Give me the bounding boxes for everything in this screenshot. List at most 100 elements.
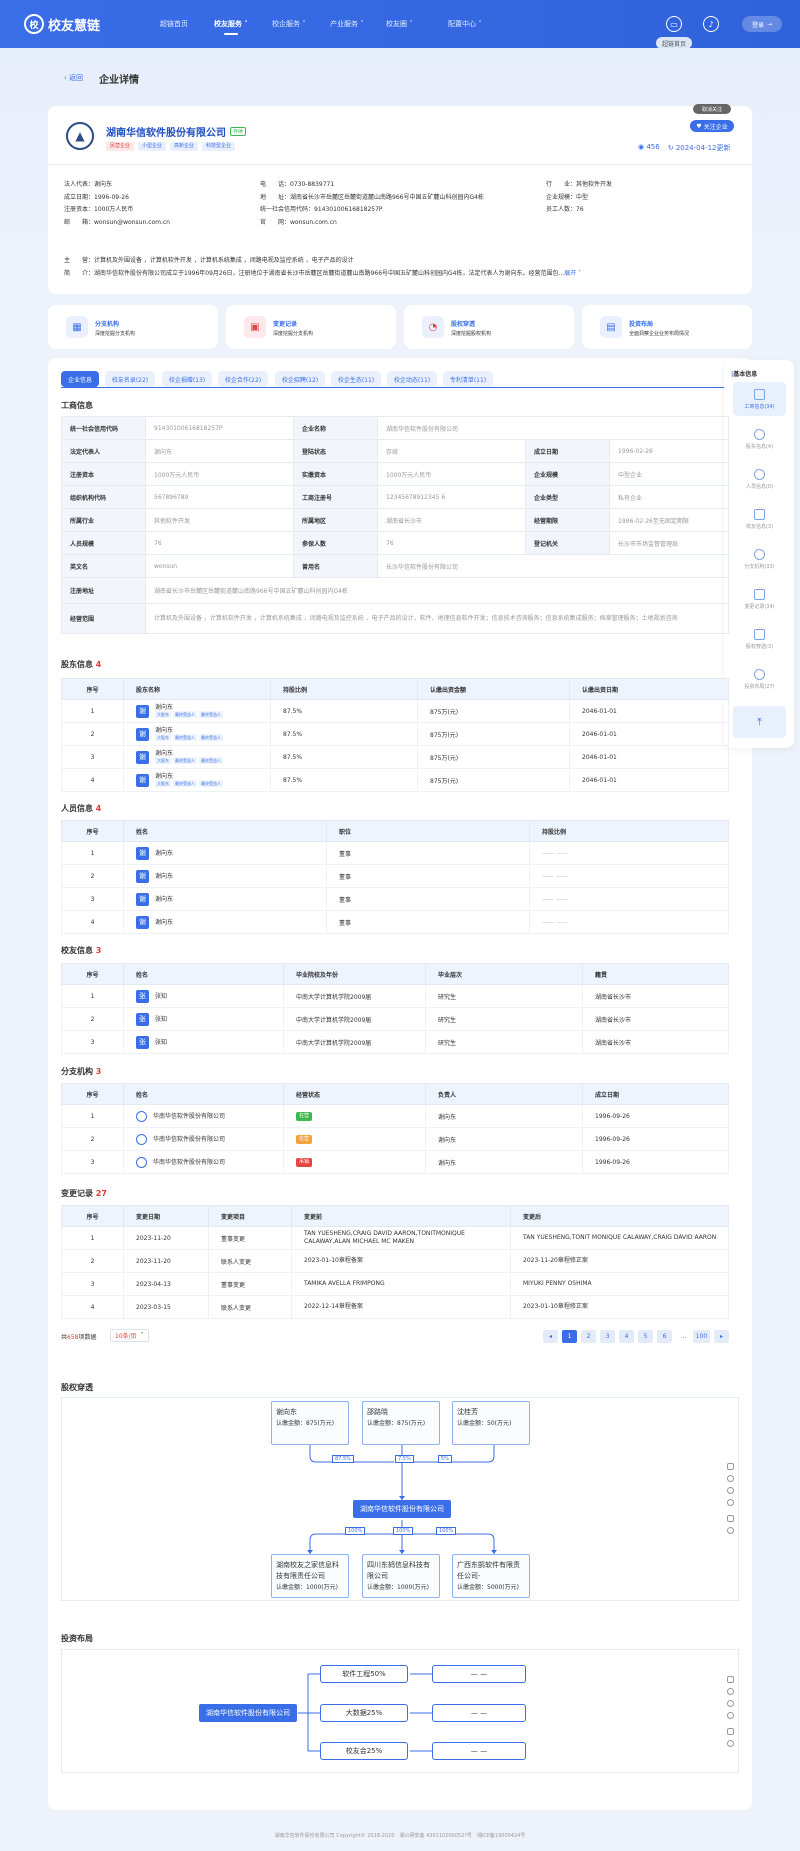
- subsidiary-node[interactable]: 四川东鸫信息科技有限公司 认缴金额：1000(万元): [362, 1554, 440, 1598]
- alumni-cell[interactable]: 张张知: [123, 1007, 284, 1031]
- tab-news[interactable]: 校企动态(11): [387, 371, 437, 387]
- bell-icon[interactable]: ♪: [703, 16, 719, 32]
- branch-cell[interactable]: 华南华信软件股份有限公司: [123, 1150, 284, 1174]
- side-nav-item-gs[interactable]: 工商信息(34): [733, 382, 786, 416]
- download-icon[interactable]: [727, 1728, 734, 1735]
- reset-icon[interactable]: [727, 1712, 734, 1719]
- alumni-cell[interactable]: 张张知: [123, 1030, 284, 1054]
- tab-recruitment[interactable]: 校企招聘(12): [275, 371, 325, 387]
- expand-link[interactable]: 展开 ˅: [564, 270, 581, 277]
- section-count: 3: [95, 946, 102, 955]
- holder-cell[interactable]: 谢谢向东 大股东 最终受益人 最终受益人: [123, 768, 271, 792]
- person-cell[interactable]: 谢谢向东: [123, 910, 327, 934]
- nav-industry[interactable]: 产业服务 ˅: [330, 19, 364, 29]
- quick-card-equity[interactable]: ◔ 股权穿透 深度挖掘股权机构: [404, 305, 574, 349]
- prev-page-button[interactable]: ◂: [543, 1330, 558, 1343]
- holder-cell[interactable]: 谢谢向东 大股东 最终受益人 最终受益人: [123, 745, 271, 769]
- side-nav-item-branches[interactable]: 分支机构(33): [733, 542, 786, 576]
- tab-patents[interactable]: 专利清单(11): [443, 371, 493, 387]
- quick-card-branches[interactable]: ▦ 分支机构 深度挖掘分支机构: [48, 305, 218, 349]
- page-button[interactable]: 5: [638, 1330, 653, 1343]
- nav-alumni-service[interactable]: 校友服务 ˄: [214, 19, 248, 35]
- gs-key: 所属地区: [293, 508, 378, 532]
- tab-cooperation[interactable]: 校企合作(22): [218, 371, 268, 387]
- person-cell[interactable]: 谢谢向东: [123, 841, 327, 865]
- back-link[interactable]: ‹ 返回: [64, 73, 83, 83]
- page-button[interactable]: 100: [693, 1330, 710, 1343]
- download-icon[interactable]: [727, 1515, 734, 1522]
- subsidiary-node[interactable]: 广西东鹄软件有限责任公司- 认缴金额：5000(万元): [452, 1554, 530, 1598]
- site-logo[interactable]: 校 校友慧链: [24, 14, 100, 34]
- invest-item-node[interactable]: 校友会25%: [320, 1742, 408, 1760]
- info-key: 员工人数：: [546, 206, 577, 213]
- page-button[interactable]: 1: [562, 1330, 577, 1343]
- tab-ecology[interactable]: 校企生态(11): [331, 371, 381, 387]
- tab-alumni-list[interactable]: 校友名录(22): [105, 371, 155, 387]
- info-col-2: 电 话：0730-8839771 地 址：湖南省长沙市岳麓区岳麓街道麓山南路96…: [260, 179, 484, 229]
- change-before: 2022-12-14章程备案: [291, 1295, 511, 1319]
- message-icon[interactable]: ▭: [666, 16, 682, 32]
- zoom-in-icon[interactable]: [727, 1475, 734, 1482]
- branch-cell[interactable]: 华南华信软件股份有限公司: [123, 1127, 284, 1151]
- table-row: 2 谢谢向东 大股东 最终受益人 最终受益人 87.5% 875万(元) 2046-01-01: [61, 722, 729, 746]
- person-cell[interactable]: 谢谢向东: [123, 887, 327, 911]
- person-position: 董事: [326, 887, 530, 911]
- share-ratio: 87.5%: [270, 722, 418, 746]
- section-title-alumni: 校友信息 3: [61, 945, 101, 956]
- nav-alumni-circle[interactable]: 校友圈 ˅: [386, 19, 413, 29]
- zoom-out-icon[interactable]: [727, 1487, 734, 1494]
- invest-center-node[interactable]: 湖南华信软件股份有限公司: [199, 1704, 297, 1722]
- nav-config[interactable]: 配置中心 ˅: [448, 19, 482, 29]
- next-page-button[interactable]: ▸: [714, 1330, 729, 1343]
- side-nav-label: 变更记录(34): [744, 603, 775, 610]
- zoom-in-icon[interactable]: [727, 1688, 734, 1695]
- alumni-cell[interactable]: 张张知: [123, 984, 284, 1008]
- back-to-top-icon[interactable]: ⤒: [733, 706, 786, 738]
- holder-cell[interactable]: 谢谢向东 大股东 最终受益人 最终受益人: [123, 699, 271, 723]
- shareholder-node[interactable]: 沈桂芳 认缴金额：50(万元): [452, 1401, 530, 1445]
- page-button[interactable]: 4: [619, 1330, 634, 1343]
- quick-card-investment[interactable]: ▤ 投资布局 全面洞察企业业务布局情况: [582, 305, 752, 349]
- tab-donations[interactable]: 校企捐赠(13): [162, 371, 212, 387]
- branch-name: 华南华信软件股份有限公司: [153, 1158, 226, 1166]
- settings-icon[interactable]: [727, 1527, 734, 1534]
- reset-icon[interactable]: [727, 1499, 734, 1506]
- follow-button[interactable]: ♥ 关注企业: [690, 120, 734, 132]
- subsidiary-node[interactable]: 湖南校友之家信息科技有限责任公司 认缴金额：1000(万元): [271, 1554, 349, 1598]
- shareholder-node[interactable]: 邵路晓 认缴金额：875(万元): [362, 1401, 440, 1445]
- pct-label: 100%: [436, 1527, 457, 1535]
- side-nav-item-changes[interactable]: 变更记录(34): [733, 582, 786, 616]
- page-size-select[interactable]: 10条/页 ˅: [110, 1329, 149, 1342]
- holder-tag: 最终受益人: [173, 780, 197, 787]
- settings-icon[interactable]: [727, 1740, 734, 1747]
- side-nav-item-people[interactable]: 人员信息(0): [733, 462, 786, 496]
- column-header: 姓名: [123, 1083, 284, 1105]
- table-row: 3 张张知 中南大学计算机学院2009届 研究生 湖南省长沙市: [61, 1030, 729, 1054]
- holder-cell[interactable]: 谢谢向东 大股东 最终受益人 最终受益人: [123, 722, 271, 746]
- quick-card-changes[interactable]: ▣ 变更记录 深度挖掘分支机构: [226, 305, 396, 349]
- nav-school-enterprise[interactable]: 校企服务 ˅: [272, 19, 306, 29]
- zoom-out-icon[interactable]: [727, 1700, 734, 1707]
- invest-item-node[interactable]: 软件工程50%: [320, 1665, 408, 1683]
- side-nav-item-holders[interactable]: 股东信息(4): [733, 422, 786, 456]
- nav-home[interactable]: 超链首页: [160, 19, 188, 29]
- shareholder-node[interactable]: 谢向东 认缴金额：875(万元): [271, 1401, 349, 1445]
- fullscreen-icon[interactable]: [727, 1676, 734, 1683]
- page-button[interactable]: 2: [581, 1330, 596, 1343]
- equity-center-node[interactable]: 湖南华信软件股份有限公司: [353, 1500, 451, 1518]
- invest-item-node[interactable]: 大数据25%: [320, 1704, 408, 1722]
- holder-tag: 最终受益人: [199, 757, 223, 764]
- side-nav-item-equity[interactable]: 股权穿透(3): [733, 622, 786, 656]
- side-nav-item-invest[interactable]: 投资布局(27): [733, 662, 786, 696]
- login-button[interactable]: 登录 →: [742, 16, 782, 32]
- table-row: 4 谢谢向东 董事 —— ——: [61, 910, 729, 934]
- branch-name: 华南华信软件股份有限公司: [153, 1112, 226, 1120]
- page-button[interactable]: 3: [600, 1330, 615, 1343]
- branch-cell[interactable]: 华南华信软件股份有限公司: [123, 1104, 284, 1128]
- page-button[interactable]: 6: [657, 1330, 672, 1343]
- fullscreen-icon[interactable]: [727, 1463, 734, 1470]
- side-nav-item-alumni[interactable]: 校友信息(3): [733, 502, 786, 536]
- tab-company-info[interactable]: 企业信息: [61, 371, 99, 387]
- person-cell[interactable]: 谢谢向东: [123, 864, 327, 888]
- section-count: 4: [95, 804, 102, 813]
